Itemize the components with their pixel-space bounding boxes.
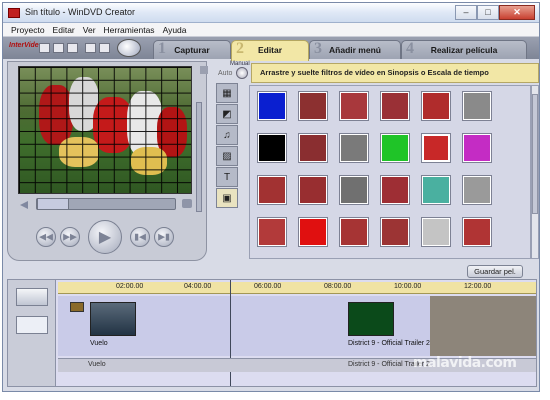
filter-thumb[interactable] — [299, 134, 327, 162]
filter-thumb[interactable] — [258, 218, 286, 246]
tab-anadir-menu[interactable]: 3 Añadir menú — [309, 40, 401, 59]
mode-manual-label: Manual — [230, 61, 250, 67]
app-icon — [8, 8, 20, 18]
clip-thumbnail — [348, 302, 394, 336]
snapshot-icon[interactable] — [182, 199, 192, 208]
next-frame-button[interactable]: ▶▮ — [154, 227, 174, 247]
filter-thumb[interactable] — [340, 176, 368, 204]
transitions-icon[interactable]: ◩ — [216, 104, 238, 124]
editor-tool-tabs: ▦ ◩ ♫ ▨ T ▣ — [216, 83, 240, 208]
tick-label: 08:00.00 — [324, 283, 352, 290]
preview-grid-overlay — [19, 67, 191, 193]
timeline-view-button[interactable] — [16, 316, 48, 334]
menu-editar[interactable]: Editar — [49, 23, 79, 36]
menu-proyecto[interactable]: Proyecto — [7, 23, 49, 36]
filter-gallery — [249, 85, 531, 259]
filter-thumb[interactable] — [422, 176, 450, 204]
clip-label: District 9 - Official Trailer 2 — [348, 340, 430, 347]
minimize-button[interactable]: – — [455, 5, 477, 20]
clip-label: Vuelo — [90, 340, 108, 347]
tick-label: 12:00.00 — [464, 283, 492, 290]
save-movie-button[interactable]: Guardar pel. — [467, 265, 523, 278]
fast-forward-button[interactable]: ▶▶ — [60, 227, 80, 247]
tab-editar[interactable]: 2 Editar — [231, 40, 309, 61]
filter-thumb[interactable] — [463, 218, 491, 246]
filter-thumb[interactable] — [340, 134, 368, 162]
mode-auto-label: Auto — [218, 70, 233, 77]
instruction-bar: Arrastre y suelte filtros de vídeo en Si… — [251, 63, 539, 83]
menu-bar: Proyecto Editar Ver Herramientas Ayuda — [3, 23, 539, 37]
menu-herramientas[interactable]: Herramientas — [100, 23, 159, 36]
filter-scroll-thumb[interactable] — [532, 94, 538, 214]
menu-ver[interactable]: Ver — [79, 23, 100, 36]
filter-thumb[interactable] — [340, 218, 368, 246]
time-ruler[interactable]: 02:00.00 04:00.00 06:00.00 08:00.00 10:0… — [58, 282, 536, 294]
music-icon[interactable]: ♫ — [216, 125, 238, 145]
seek-bar[interactable] — [36, 198, 176, 210]
panel-option-icon[interactable] — [200, 66, 208, 74]
filter-thumb[interactable] — [463, 134, 491, 162]
effects-icon[interactable]: ▨ — [216, 146, 238, 166]
filter-thumb[interactable] — [381, 134, 409, 162]
timeline-clip[interactable]: District 9 - Official Trailer 2 — [346, 298, 430, 350]
maximize-button[interactable]: □ — [477, 5, 499, 20]
save-icon[interactable] — [67, 43, 78, 53]
app-window: Sin título - WinDVD Creator – □ ✕ Proyec… — [2, 2, 540, 392]
tick-label: 04:00.00 — [184, 283, 212, 290]
play-button[interactable]: ▶ — [88, 220, 122, 254]
timeline-empty-area — [430, 296, 536, 356]
filter-thumb[interactable] — [258, 134, 286, 162]
filter-scrollbar[interactable] — [531, 85, 539, 259]
storyboard-view-button[interactable] — [16, 288, 48, 306]
rewind-icon[interactable] — [20, 201, 28, 209]
video-clips-icon[interactable]: ▦ — [216, 83, 238, 103]
filter-thumb[interactable] — [422, 92, 450, 120]
filter-thumb[interactable] — [340, 92, 368, 120]
intervideo-logo: InterVideo — [9, 42, 43, 49]
skip-back-button[interactable]: ◀◀ — [36, 227, 56, 247]
audio-label: Vuelo — [88, 361, 106, 368]
timeline-sidebar — [8, 280, 56, 386]
filter-thumb[interactable] — [381, 92, 409, 120]
filter-thumb[interactable] — [299, 218, 327, 246]
menu-ayuda[interactable]: Ayuda — [159, 23, 191, 36]
watermark: malavida.com — [413, 355, 517, 371]
clip-thumbnail — [90, 302, 136, 336]
previous-frame-button[interactable]: ▮◀ — [130, 227, 150, 247]
close-button[interactable]: ✕ — [499, 5, 535, 20]
filter-thumb[interactable] — [258, 92, 286, 120]
tick-label: 02:00.00 — [116, 283, 144, 290]
seek-thumb[interactable] — [37, 198, 69, 210]
filter-thumb[interactable] — [463, 176, 491, 204]
toolbar: InterVideo 1 Capturar 2 Editar 3 Añadir … — [3, 37, 539, 61]
tab-realizar-pelicula[interactable]: 4 Realizar película — [401, 40, 527, 59]
settings-icon[interactable] — [99, 43, 110, 53]
tick-label: 06:00.00 — [254, 283, 282, 290]
capture-icon[interactable] — [85, 43, 96, 53]
tab-capturar[interactable]: 1 Capturar — [153, 40, 231, 59]
filter-thumb[interactable] — [463, 92, 491, 120]
filter-thumb[interactable] — [258, 176, 286, 204]
new-project-icon[interactable] — [39, 43, 50, 53]
mode-switch[interactable]: Manual Auto — [217, 61, 250, 81]
filter-thumb[interactable] — [381, 218, 409, 246]
filter-thumb[interactable] — [422, 218, 450, 246]
video-track-icon — [70, 302, 84, 312]
timeline-clip[interactable]: Vuelo — [88, 298, 318, 350]
filter-thumb[interactable] — [422, 134, 450, 162]
mode-dial-icon[interactable] — [236, 67, 248, 79]
filter-thumb[interactable] — [381, 176, 409, 204]
filter-thumb[interactable] — [299, 176, 327, 204]
text-icon[interactable]: T — [216, 167, 238, 187]
filters-icon[interactable]: ▣ — [216, 188, 238, 208]
title-bar: Sin título - WinDVD Creator – □ ✕ — [3, 3, 539, 23]
video-preview — [18, 66, 192, 194]
window-title: Sin título - WinDVD Creator — [25, 7, 136, 17]
tick-label: 10:00.00 — [394, 283, 422, 290]
disc-icon — [117, 39, 141, 57]
volume-slider[interactable] — [196, 102, 202, 212]
filter-thumb[interactable] — [299, 92, 327, 120]
preview-panel: ◀◀ ▶▶ ▶ ▮◀ ▶▮ — [7, 61, 208, 261]
open-folder-icon[interactable] — [53, 43, 64, 53]
